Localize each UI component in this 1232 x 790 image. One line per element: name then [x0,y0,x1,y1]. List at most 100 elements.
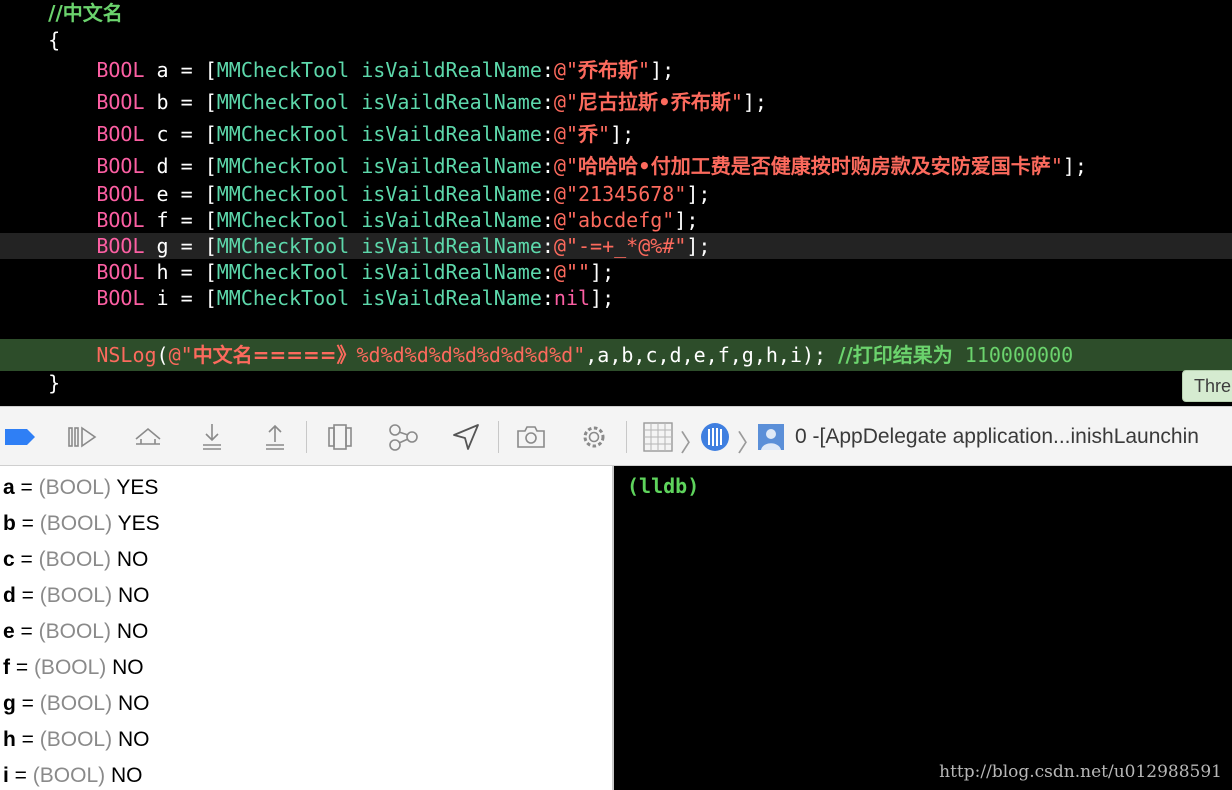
code-token: MMCheckTool [216,286,350,310]
code-token: MMCheckTool [216,154,350,178]
code-line[interactable] [0,311,1232,337]
code-line[interactable]: { [0,27,1232,53]
debug-view-hierarchy-button[interactable] [322,419,358,455]
watermark: http://blog.csdn.net/u012988591 [939,762,1222,782]
code-token: : [541,286,554,310]
step-out-button[interactable] [257,419,293,455]
jump-bar-frame-button[interactable] [753,419,789,455]
variable-equals: = [15,692,40,715]
code-line[interactable]: BOOL d = [MMCheckTool isVaildRealName:@"… [0,153,1232,179]
variable-equals: = [15,512,40,535]
code-token: @"-=+_*@%#" [553,234,687,258]
code-line[interactable]: } [0,370,1232,396]
code-token: : [541,154,554,178]
variable-name: f [3,656,10,679]
code-token: //中文名 [48,1,123,25]
code-token: isVaildRealName [361,182,542,206]
code-token: " [730,90,743,114]
code-token: %d%d%d%d%d%d%d%d%d" [356,343,586,367]
breakpoint-icon [5,429,35,445]
code-token: BOOL [96,208,145,232]
camera-icon [517,426,545,448]
code-line-current-breakpoint[interactable]: NSLog(@"中文名=====》%d%d%d%d%d%d%d%d%d",a,b… [0,339,1232,371]
code-token: : [541,234,554,258]
debug-console[interactable]: (lldb) http://blog.csdn.net/u012988591 [616,466,1232,790]
code-line[interactable]: BOOL h = [MMCheckTool isVaildRealName:@"… [0,259,1232,285]
code-token: nil [553,286,591,310]
variable-row[interactable]: e = (BOOL) NO [3,614,148,650]
code-token: ]; [590,286,615,310]
code-line[interactable]: BOOL e = [MMCheckTool isVaildRealName:@"… [0,181,1232,207]
variable-row[interactable]: d = (BOOL) NO [3,578,149,614]
code-token: @"21345678" [553,182,687,206]
code-editor[interactable]: //中文名 { BOOL a = [MMCheckTool isVaildRea… [0,0,1232,406]
variable-row[interactable]: a = (BOOL) YES [3,470,158,506]
code-token: MMCheckTool [216,234,350,258]
variable-equals: = [14,620,39,643]
step-over-icon [135,427,161,445]
variable-equals: = [14,476,39,499]
jump-bar-thread-button[interactable] [697,419,733,455]
code-token: MMCheckTool [216,260,350,284]
variable-value: NO [116,620,149,643]
variable-name: c [3,548,15,571]
variable-type: (BOOL) [32,764,111,787]
code-token: @" [553,90,579,114]
simulate-location-button[interactable] [448,419,484,455]
code-line[interactable]: BOOL f = [MMCheckTool isVaildRealName:@"… [0,207,1232,233]
step-over-button[interactable] [130,419,166,455]
variable-equals: = [14,548,39,571]
code-line[interactable]: BOOL c = [MMCheckTool isVaildRealName:@"… [0,121,1232,147]
variable-equals: = [8,764,33,787]
environment-overrides-button[interactable] [576,419,612,455]
code-token: @" [553,154,579,178]
code-line[interactable]: BOOL b = [MMCheckTool isVaildRealName:@"… [0,89,1232,115]
code-token: " [1050,154,1063,178]
code-token: isVaildRealName [361,260,542,284]
step-out-icon [266,424,284,450]
code-token: 中文名=====》 [192,343,357,367]
code-token: c = [ [144,122,217,146]
jump-bar-process-button[interactable] [640,419,676,455]
code-token: d = [ [144,154,217,178]
step-into-button[interactable] [194,419,230,455]
code-token: NSLog [96,343,157,367]
code-token: : [541,260,554,284]
variable-row[interactable]: f = (BOOL) NO [3,650,144,686]
variable-name: e [3,620,15,643]
continue-button[interactable] [64,419,100,455]
code-token: BOOL [96,234,145,258]
code-token: ]; [686,182,711,206]
breakpoints-toggle-button[interactable] [2,419,38,455]
stack-frame-label[interactable]: 0 -[AppDelegate application...inishLaunc… [795,425,1199,449]
variable-row[interactable]: b = (BOOL) YES [3,506,160,542]
code-token: isVaildRealName [361,234,542,258]
code-token: BOOL [96,182,145,206]
variable-value: YES [117,512,160,535]
thread-indicator-badge[interactable]: Thre [1182,370,1232,402]
variable-row[interactable]: c = (BOOL) NO [3,542,148,578]
variable-value: YES [116,476,159,499]
location-arrow-icon [453,424,479,450]
memory-graph-button[interactable] [385,419,421,455]
code-token: @"" [553,260,591,284]
code-line[interactable]: //中文名 [0,0,1232,26]
variable-row[interactable]: h = (BOOL) NO [3,722,149,758]
capture-gpu-frame-button[interactable] [513,419,549,455]
code-line[interactable]: BOOL g = [MMCheckTool isVaildRealName:@"… [0,233,1232,259]
variable-row[interactable]: g = (BOOL) NO [3,686,149,722]
variable-row[interactable]: i = (BOOL) NO [3,758,142,790]
code-token: ,a,b,c,d,e,f,g,h,i); [585,343,839,367]
code-line[interactable]: BOOL i = [MMCheckTool isVaildRealName:ni… [0,285,1232,311]
code-line[interactable]: BOOL a = [MMCheckTool isVaildRealName:@"… [0,57,1232,83]
code-token: MMCheckTool [216,208,350,232]
